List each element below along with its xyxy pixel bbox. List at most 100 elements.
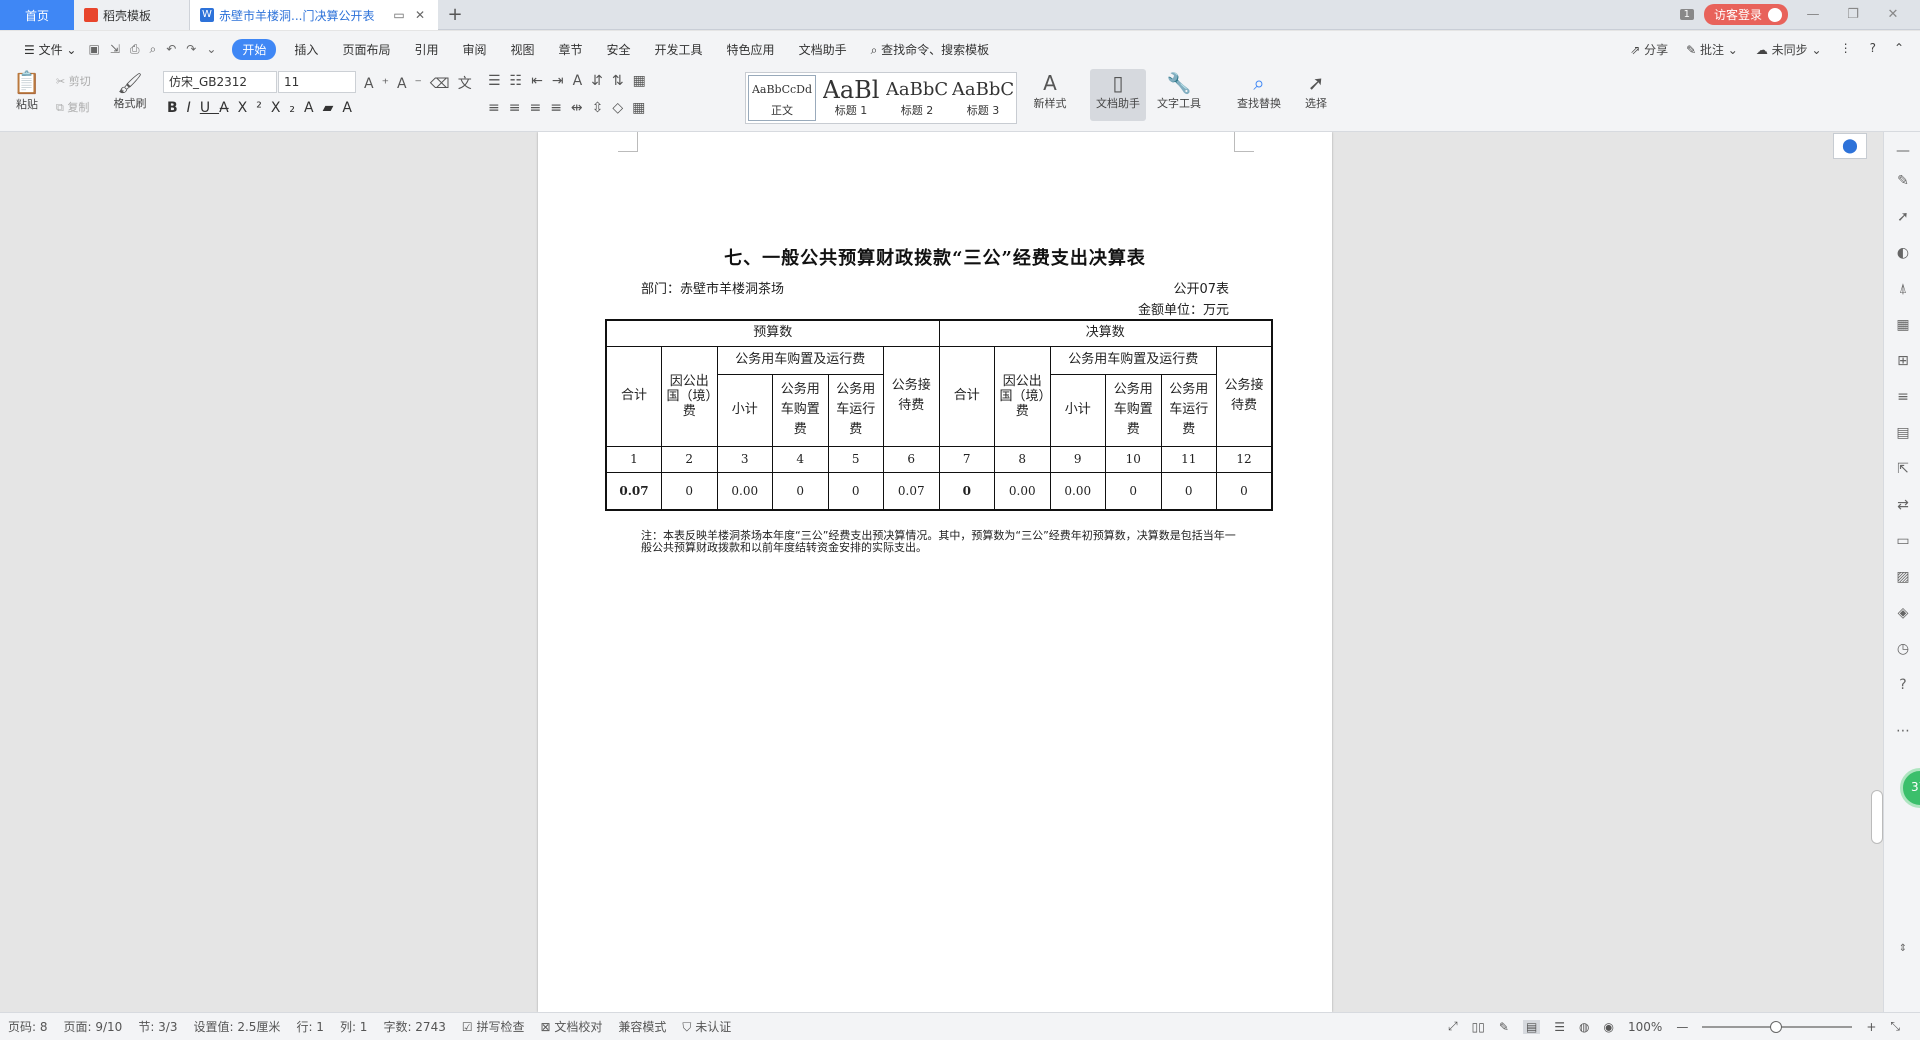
gallery-icon[interactable]: ▤ <box>1894 424 1912 442</box>
history-icon[interactable]: ◷ <box>1894 640 1912 658</box>
restore-icon[interactable]: ❐ <box>1838 7 1868 22</box>
style-heading-3[interactable]: AaBbC 标题 3 <box>950 73 1016 123</box>
vertical-scrollbar[interactable] <box>1870 132 1882 1012</box>
location-pin-button[interactable]: ⬤ <box>1833 133 1867 159</box>
col-number: 9 <box>1049 445 1106 473</box>
tab-template[interactable]: 稻壳模板 <box>74 0 190 30</box>
select-button[interactable]: ➚ 选择 <box>1296 71 1336 111</box>
style-heading-2[interactable]: AaBbC 标题 2 <box>884 73 950 123</box>
minimize-icon[interactable]: — <box>1798 7 1828 22</box>
document-area[interactable]: 七、一般公共预算财政拨款“三公”经费支出决算表 部门：赤壁市羊楼洞茶场 公开07… <box>0 132 1896 1012</box>
undo-icon[interactable]: ↶ <box>166 42 176 57</box>
zoom-level[interactable]: 100% <box>1628 1020 1662 1034</box>
comment-button[interactable]: ✎ 批注 ⌄ <box>1686 41 1738 58</box>
customize-icon[interactable]: ⌄ <box>206 42 216 57</box>
certification-status[interactable]: ⛉ 未认证 <box>682 1018 731 1035</box>
fullscreen-icon[interactable]: ⤢ <box>1448 1019 1458 1034</box>
tab-document[interactable]: W 赤壁市羊楼洞...门决算公开表 ▭ ✕ <box>190 0 438 30</box>
tab-close-icon[interactable]: ✕ <box>412 8 428 22</box>
help-side-icon[interactable]: ? <box>1894 676 1912 694</box>
tab-pin-icon[interactable]: ▭ <box>391 8 407 22</box>
zoom-out-icon[interactable]: — <box>1676 1020 1688 1034</box>
table-icon[interactable]: ▦ <box>1894 316 1912 334</box>
status-page[interactable]: 页面: 9/10 <box>64 1018 123 1035</box>
edit-mode-icon[interactable]: ✎ <box>1499 1020 1509 1034</box>
font-format-buttons[interactable]: BIUA̶X²X₂A▰A <box>167 100 361 116</box>
doc-helper-button[interactable]: ▯ 文档助手 <box>1090 69 1146 121</box>
menu-chapter[interactable]: 章节 <box>547 41 595 58</box>
lines-icon[interactable]: ≡ <box>1894 388 1912 406</box>
find-replace-button[interactable]: ⌕ 查找替换 <box>1230 71 1288 111</box>
menu-layout[interactable]: 页面布局 <box>330 41 402 58</box>
paragraph-buttons-top[interactable]: ☰☷⇤⇥A⇵⇅▦ <box>488 73 655 89</box>
menu-file[interactable]: ☰ 文件 ⌄ <box>12 41 88 58</box>
spell-check-button[interactable]: ☑ 拼写检查 <box>462 1018 525 1035</box>
menu-devtools[interactable]: 开发工具 <box>643 41 715 58</box>
proofread-button[interactable]: ⊠ 文档校对 <box>540 1018 602 1035</box>
menu-security[interactable]: 安全 <box>595 41 643 58</box>
shapes-icon[interactable]: ◐ <box>1894 244 1912 262</box>
archive-icon[interactable]: ▭ <box>1894 532 1912 550</box>
save-icon[interactable]: ▣ <box>88 42 99 57</box>
style-icon[interactable]: ⍋ <box>1894 280 1912 298</box>
menu-start[interactable]: 开始 <box>232 38 277 60</box>
fit-page-icon[interactable]: ⤡ <box>1890 1019 1900 1034</box>
font-size-select[interactable]: 11 <box>278 71 356 93</box>
redo-icon[interactable]: ↷ <box>186 42 196 57</box>
menu-review[interactable]: 审阅 <box>450 41 498 58</box>
format-painter-button[interactable]: 🖌 格式刷 <box>110 71 150 111</box>
read-mode-icon[interactable]: ▯▯ <box>1472 1020 1485 1034</box>
command-search[interactable]: ⌕ 查找命令、搜索模板 <box>859 41 1002 58</box>
help-icon[interactable]: ? <box>1870 41 1876 58</box>
style-heading-1[interactable]: AaBl 标题 1 <box>818 73 884 123</box>
font-grow-shrink[interactable]: A⁺A⁻⌫文 <box>364 73 480 93</box>
document-page[interactable]: 七、一般公共预算财政拨款“三公”经费支出决算表 部门：赤壁市羊楼洞茶场 公开07… <box>538 132 1332 1012</box>
outline-view-icon[interactable]: ☰ <box>1554 1020 1565 1034</box>
doc-helper-label: 文档助手 <box>1096 97 1140 110</box>
style-normal[interactable]: AaBbCcDd 正文 <box>748 75 816 121</box>
share-button[interactable]: ⇗ 分享 <box>1630 41 1668 58</box>
pen-icon[interactable]: ✎ <box>1894 172 1912 190</box>
paste-button[interactable]: 📋 粘贴 <box>10 71 44 112</box>
menu-reference[interactable]: 引用 <box>402 41 450 58</box>
menu-view[interactable]: 视图 <box>498 41 546 58</box>
zoom-slider[interactable] <box>1702 1020 1853 1033</box>
export-side-icon[interactable]: ⇱ <box>1894 460 1912 478</box>
translate-icon[interactable]: ⇄ <box>1894 496 1912 514</box>
new-tab-button[interactable]: + <box>438 0 472 29</box>
apps-icon[interactable]: ⊞ <box>1894 352 1912 370</box>
cut-button[interactable]: ✂ 剪切 <box>56 73 106 89</box>
sync-button[interactable]: ☁ 未同步 ⌄ <box>1756 41 1822 58</box>
style-heading-2-label: 标题 2 <box>900 104 934 117</box>
font-name-select[interactable]: 仿宋_GB2312 <box>163 71 277 93</box>
image-icon[interactable]: ▨ <box>1894 568 1912 586</box>
collapse-ribbon-icon[interactable]: ⌃ <box>1894 41 1904 58</box>
tab-home[interactable]: 首页 <box>0 0 74 30</box>
more-icon[interactable]: ⋮ <box>1840 41 1852 58</box>
menu-insert[interactable]: 插入 <box>282 41 330 58</box>
menu-doc-helper[interactable]: 文档助手 <box>787 41 859 58</box>
menu-features[interactable]: 特色应用 <box>715 41 787 58</box>
paragraph-buttons-bottom[interactable]: ≡≡≡≡⇹⇳◇▦ <box>488 100 654 116</box>
pointer-icon[interactable]: ➚ <box>1894 208 1912 226</box>
login-button[interactable]: 访客登录 <box>1703 4 1788 25</box>
zoom-slider-knob[interactable] <box>1770 1020 1783 1033</box>
zoom-in-icon[interactable]: + <box>1866 1020 1876 1034</box>
copy-button[interactable]: ⧉ 复制 <box>56 99 106 115</box>
web-view-icon[interactable]: ◍ <box>1579 1020 1589 1034</box>
export-icon[interactable]: ⇲ <box>110 42 120 57</box>
status-words[interactable]: 字数: 2743 <box>383 1018 445 1035</box>
eye-protect-icon[interactable]: ◉ <box>1604 1020 1614 1034</box>
page-view-icon[interactable]: ▤ <box>1522 1019 1541 1034</box>
scroll-arrows-icon[interactable]: ⇕ <box>1894 940 1912 958</box>
close-window-icon[interactable]: ✕ <box>1878 7 1908 22</box>
new-style-button[interactable]: A 新样式 <box>1028 71 1072 111</box>
more-side-icon[interactable]: ⋯ <box>1894 722 1912 740</box>
print-preview-icon[interactable]: ⌕ <box>149 42 156 57</box>
scrollbar-thumb[interactable] <box>1871 790 1883 844</box>
window-count-badge[interactable]: 1 <box>1679 9 1694 20</box>
collapse-line-icon[interactable]: — <box>1894 142 1912 160</box>
backup-icon[interactable]: ◈ <box>1894 604 1912 622</box>
text-tools-button[interactable]: 🔧 文字工具 <box>1150 71 1208 111</box>
print-icon[interactable]: ⎙ <box>130 42 140 57</box>
